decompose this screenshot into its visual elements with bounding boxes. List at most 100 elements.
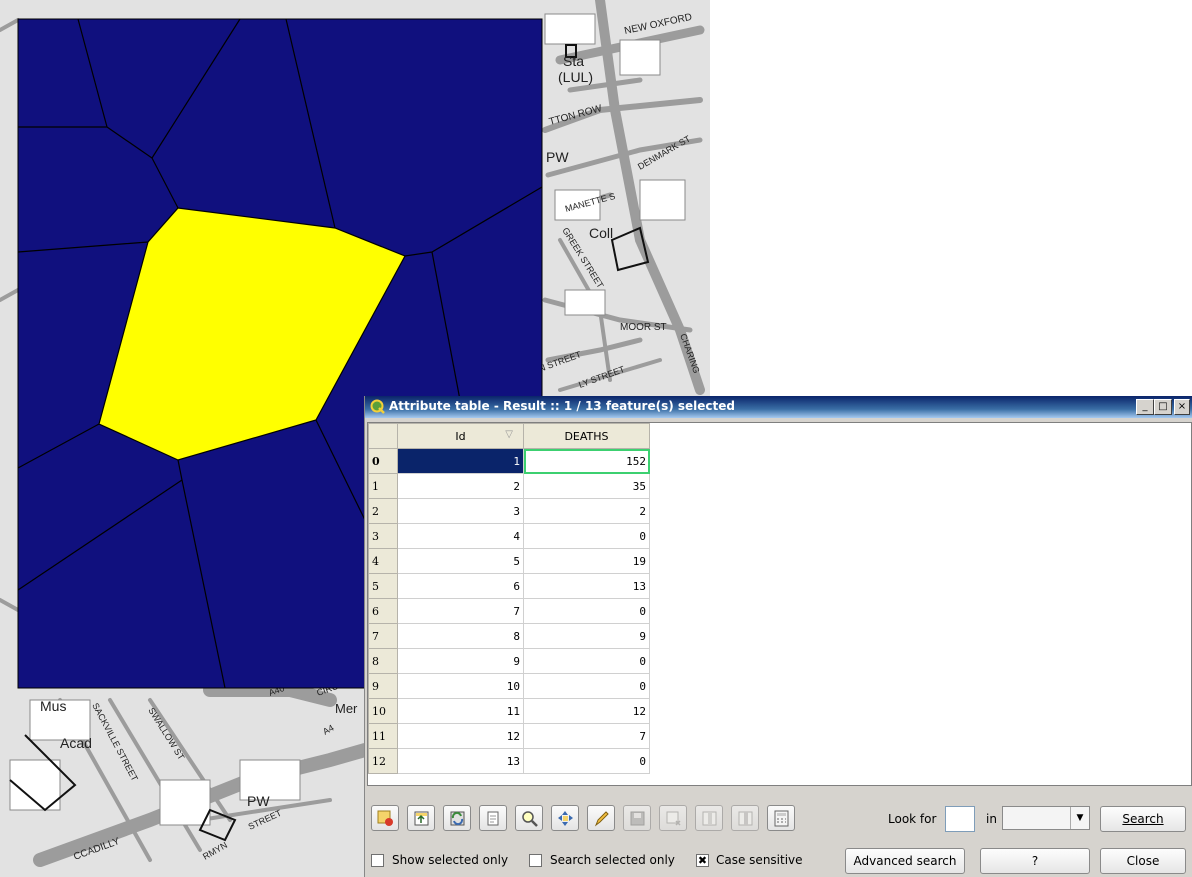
cell-deaths[interactable]: 2 [523,498,650,524]
delete-selected-button[interactable] [659,805,687,831]
row-header[interactable]: 6 [368,598,398,624]
zoom-to-selection-button[interactable] [515,805,543,831]
row-header[interactable]: 8 [368,648,398,674]
cell-deaths[interactable]: 12 [523,698,650,724]
map-label: PW [247,793,270,809]
close-window-button[interactable]: × [1174,399,1190,415]
cell-deaths[interactable]: 152 [523,448,650,474]
table-row[interactable]: 670 [368,598,650,624]
copy-selected-rows-button[interactable] [479,805,507,831]
cell-deaths[interactable]: 0 [523,523,650,549]
pan-to-selection-button[interactable] [551,805,579,831]
show-selected-only-checkbox[interactable] [371,854,384,867]
delete-column-button[interactable] [731,805,759,831]
attribute-table-view[interactable]: Id ▽ DEATHS 0 1 152 1 2 35 232 340 4 5 19 5 6 13 … [367,422,1192,786]
row-header[interactable]: 1 [368,473,398,499]
table-row[interactable]: 1 2 35 [368,473,650,499]
cell-id[interactable]: 6 [397,573,524,599]
field-select[interactable]: ▼ [1002,806,1090,830]
cell-id[interactable]: 8 [397,623,524,649]
cell-id[interactable]: 3 [397,498,524,524]
row-header[interactable]: 10 [368,698,398,724]
cell-id[interactable]: 2 [397,473,524,499]
invert-selection-icon [450,811,465,826]
row-header[interactable]: 11 [368,723,398,749]
field-calculator-button[interactable] [767,805,795,831]
cell-deaths[interactable]: 19 [523,548,650,574]
maximize-button[interactable]: □ [1154,399,1172,415]
cell-id[interactable]: 12 [397,723,524,749]
save-edits-icon [630,811,645,826]
cell-deaths[interactable]: 0 [523,598,650,624]
table-row[interactable]: 5 6 13 [368,573,650,599]
cell-id[interactable]: 4 [397,523,524,549]
minimize-button[interactable]: _ [1136,399,1154,415]
field-calculator-icon [774,810,789,827]
table-row[interactable]: 11 12 7 [368,723,650,749]
table-row[interactable]: 890 [368,648,650,674]
cell-id[interactable]: 7 [397,598,524,624]
cell-deaths[interactable]: 9 [523,623,650,649]
delete-selected-icon [666,811,681,826]
row-header[interactable]: 9 [368,673,398,699]
row-header[interactable]: 3 [368,523,398,549]
close-button[interactable]: Close [1100,848,1186,874]
chevron-down-icon[interactable]: ▼ [1070,807,1089,829]
search-selected-only-checkbox[interactable] [529,854,542,867]
table-row[interactable]: 9 10 0 [368,673,650,699]
cell-deaths[interactable]: 0 [523,748,650,774]
row-header[interactable]: 7 [368,623,398,649]
toggle-editing-icon [594,811,609,827]
cell-id[interactable]: 10 [397,673,524,699]
table-row[interactable]: 12 13 0 [368,748,650,774]
row-header[interactable]: 0 [368,448,398,474]
table-row[interactable]: 232 [368,498,650,524]
cell-deaths[interactable]: 7 [523,723,650,749]
cell-deaths[interactable]: 0 [523,648,650,674]
case-sensitive-label: Case sensitive [716,853,803,867]
new-column-button[interactable] [695,805,723,831]
attribute-table[interactable]: Id ▽ DEATHS 0 1 152 1 2 35 232 340 4 5 19 5 6 13 … [368,423,650,774]
table-row[interactable]: 4 5 19 [368,548,650,574]
copy-selected-rows-icon [487,811,499,826]
map-label: Mus [40,698,66,714]
cell-id[interactable]: 1 [397,448,524,474]
table-row[interactable]: 10 11 12 [368,698,650,724]
cell-deaths[interactable]: 35 [523,473,650,499]
look-for-label: Look for [888,812,937,826]
remove-selection-icon [377,810,393,826]
pan-to-selection-icon [558,811,573,826]
row-header[interactable]: 2 [368,498,398,524]
map-label: MOOR ST [620,322,667,333]
help-button[interactable]: ? [980,848,1090,874]
look-for-input[interactable] [945,806,975,832]
column-header-id[interactable]: Id ▽ [397,423,524,449]
row-header[interactable]: 5 [368,573,398,599]
row-header[interactable]: 4 [368,548,398,574]
row-header[interactable]: 12 [368,748,398,774]
remove-selection-button[interactable] [371,805,399,831]
save-edits-button[interactable] [623,805,651,831]
case-sensitive-checkbox[interactable]: ✖ [696,854,709,867]
move-selection-to-top-button[interactable] [407,805,435,831]
search-button[interactable]: Search [1100,806,1186,832]
corner-header[interactable] [368,423,398,449]
column-header-deaths[interactable]: DEATHS [523,423,650,449]
cell-id[interactable]: 11 [397,698,524,724]
search-selected-only-label: Search selected only [550,853,675,867]
table-row[interactable]: 0 1 152 [368,448,650,474]
cell-id[interactable]: 9 [397,648,524,674]
zoom-to-selection-icon [522,811,538,827]
attribute-table-window[interactable]: Attribute table - Result :: 1 / 13 featu… [365,396,1192,877]
table-row[interactable]: 789 [368,623,650,649]
invert-selection-button[interactable] [443,805,471,831]
title-bar[interactable]: Attribute table - Result :: 1 / 13 featu… [365,396,1192,418]
advanced-search-button[interactable]: Advanced search [845,848,965,874]
sort-indicator-icon: ▽ [505,429,513,440]
cell-id[interactable]: 5 [397,548,524,574]
table-row[interactable]: 340 [368,523,650,549]
cell-deaths[interactable]: 13 [523,573,650,599]
cell-deaths[interactable]: 0 [523,673,650,699]
toggle-editing-button[interactable] [587,805,615,831]
cell-id[interactable]: 13 [397,748,524,774]
